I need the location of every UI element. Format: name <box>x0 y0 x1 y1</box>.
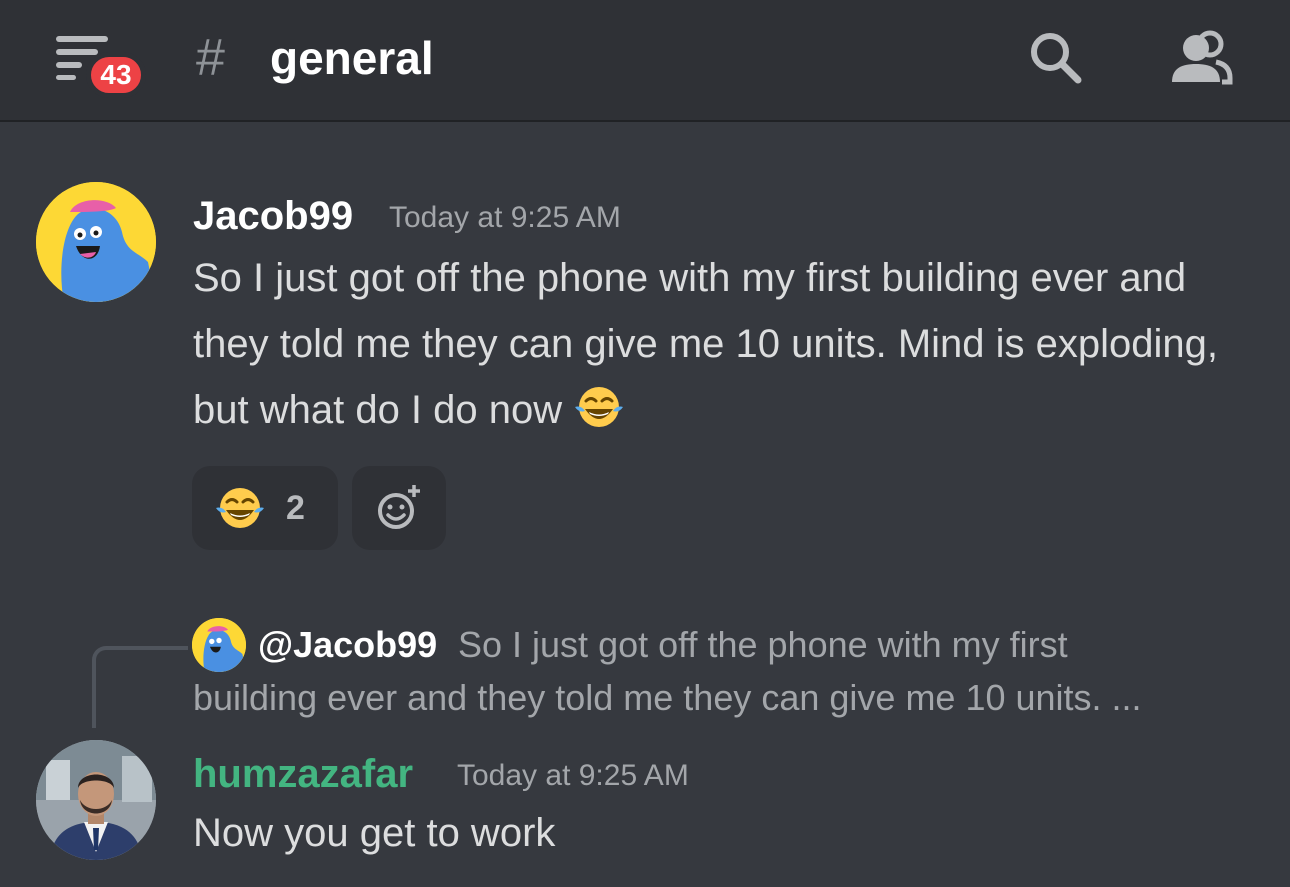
tears-of-joy-emoji-icon <box>216 488 264 528</box>
jacob99-avatar-image <box>192 618 246 672</box>
message-author[interactable]: Jacob99 <box>193 192 353 240</box>
unread-badge: 43 <box>86 52 146 98</box>
jacob99-avatar-image <box>36 182 156 302</box>
members-icon[interactable] <box>1166 28 1234 88</box>
channel-header: 43 # general <box>0 0 1290 122</box>
reply-connector <box>92 646 188 728</box>
search-icon[interactable] <box>1026 28 1086 88</box>
message-timestamp: Today at 9:25 AM <box>389 201 621 234</box>
message-text: So I just got off the phone with my firs… <box>193 256 1218 432</box>
channel-hash-icon: # <box>196 29 225 87</box>
avatar[interactable] <box>36 740 156 860</box>
avatar[interactable] <box>36 182 156 302</box>
reply-mention[interactable]: @Jacob99 <box>258 622 437 668</box>
reaction-count: 2 <box>286 488 305 527</box>
message-author[interactable]: humzazafar <box>193 750 413 798</box>
message-timestamp: Today at 9:25 AM <box>457 759 689 792</box>
reply-preview-line[interactable]: So I just got off the phone with my firs… <box>458 622 1068 668</box>
menu-icon[interactable]: 43 <box>50 30 150 100</box>
humzazafar-avatar-image <box>36 740 156 860</box>
reply-avatar[interactable] <box>192 618 246 672</box>
add-reaction-button[interactable] <box>352 466 446 550</box>
tears-of-joy-emoji-icon <box>575 387 624 427</box>
add-reaction-icon <box>378 485 420 529</box>
channel-name[interactable]: general <box>270 28 434 88</box>
message-content: So I just got off the phone with my firs… <box>193 245 1253 443</box>
message-text: Now you get to work <box>193 811 556 855</box>
reaction-tears-of-joy[interactable]: 2 <box>192 466 338 550</box>
reply-preview-line[interactable]: building ever and they told me they can … <box>193 675 1142 721</box>
